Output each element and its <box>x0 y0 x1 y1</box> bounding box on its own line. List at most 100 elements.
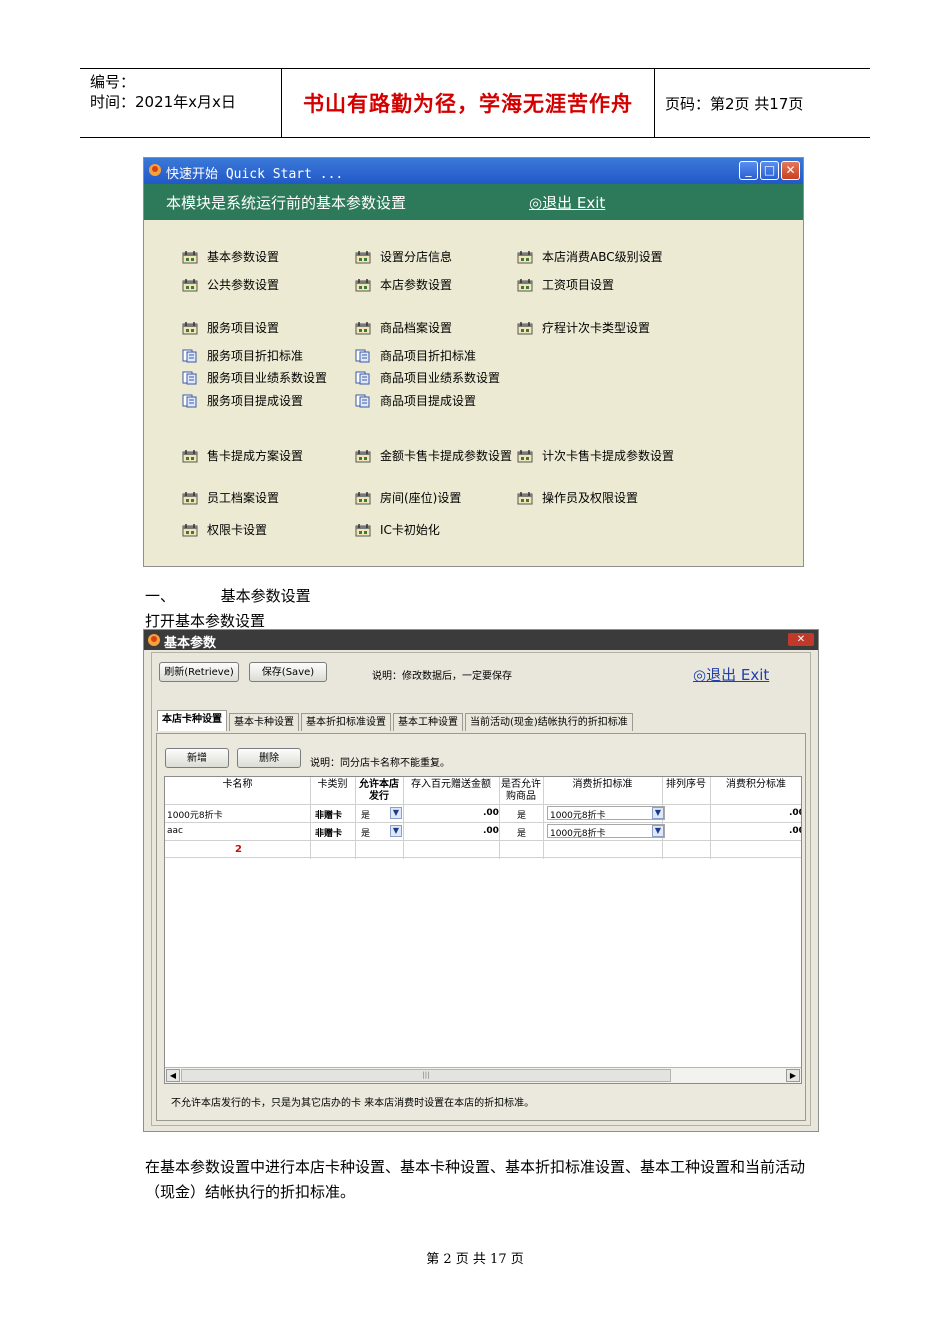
cell-allow-buy: 是 <box>517 829 527 839</box>
tab-basic-card-types[interactable]: 基本卡种设置 <box>229 713 299 731</box>
quick-start-item[interactable]: 商品档案设置 <box>355 319 452 336</box>
quick-start-item-label: 疗程计次卡类型设置 <box>542 321 651 335</box>
document-icon <box>355 349 370 362</box>
calendar-icon <box>517 491 533 504</box>
calendar-icon <box>355 491 371 504</box>
section-heading-number: 一、 <box>145 587 176 605</box>
tab-current-activity-discount[interactable]: 当前活动(现金)结帐执行的折扣标准 <box>465 713 633 731</box>
calendar-icon <box>182 449 198 462</box>
quick-start-item[interactable]: 服务项目业绩系数设置 <box>182 369 327 386</box>
header-page-cell: 页码：第2页 共17页 <box>655 69 870 137</box>
cell-card-type: 非赠卡 <box>315 829 343 839</box>
calendar-icon <box>517 321 533 334</box>
quick-start-item[interactable]: 售卡提成方案设置 <box>182 447 303 464</box>
quick-start-item[interactable]: 设置分店信息 <box>355 248 452 265</box>
quick-start-item-label: 服务项目业绩系数设置 <box>207 371 328 385</box>
row-count: 2 <box>235 844 242 855</box>
column-header-bonus: 存入百元赠送金额 <box>411 779 491 790</box>
tab-basic-discount[interactable]: 基本折扣标准设置 <box>301 713 391 731</box>
quick-start-item-label: 金额卡售卡提成参数设置 <box>380 449 513 463</box>
header-motto-cell: 书山有路勤为径，学海无涯苦作舟 <box>282 69 655 137</box>
tab-panel: 新增 删除 说明：同分店卡名称不能重复。 卡名称 卡类别 允许本店发行 存入百元… <box>156 733 806 1121</box>
quick-start-item-label: 服务项目提成设置 <box>207 394 304 408</box>
basic-params-title-bar[interactable]: 基本参数 ✕ <box>144 630 818 651</box>
cell-points: .00 <box>789 808 801 818</box>
exit-link[interactable]: ◎退出 Exit <box>693 664 769 685</box>
document-icon <box>355 394 370 407</box>
tab-basic-job-types[interactable]: 基本工种设置 <box>393 713 463 731</box>
card-types-grid: 卡名称 卡类别 允许本店发行 存入百元赠送金额 是否允许购商品 消费折扣标准 排… <box>164 776 802 1084</box>
maximize-icon[interactable]: □ <box>760 161 779 180</box>
quick-start-item-label: 工资项目设置 <box>542 278 615 292</box>
app-logo-icon <box>148 634 160 646</box>
horizontal-scrollbar[interactable]: ◀ ||| ▶ <box>165 1067 801 1083</box>
delete-button[interactable]: 删除 <box>237 748 301 768</box>
minimize-icon[interactable]: _ <box>739 161 758 180</box>
quick-start-item-label: 计次卡售卡提成参数设置 <box>542 449 675 463</box>
quick-start-item[interactable]: 房间(座位)设置 <box>355 489 461 506</box>
quick-start-item[interactable]: 金额卡售卡提成参数设置 <box>355 447 512 464</box>
document-header: 编号： 时间：2021年x月x日 书山有路勤为径，学海无涯苦作舟 页码：第2页 … <box>80 68 870 138</box>
calendar-icon <box>517 250 533 263</box>
cell-card-type: 非赠卡 <box>315 811 343 821</box>
quick-start-item-label: 操作员及权限设置 <box>542 491 639 505</box>
calendar-icon <box>517 449 533 462</box>
section-heading-text: 基本参数设置 <box>220 587 311 605</box>
cell-points: .00 <box>789 826 801 836</box>
quick-start-item-label: 商品项目业绩系数设置 <box>380 371 501 385</box>
quick-start-item-label: 员工档案设置 <box>207 491 280 505</box>
quick-start-item[interactable]: 操作员及权限设置 <box>517 489 638 506</box>
quick-start-item[interactable]: 计次卡售卡提成参数设置 <box>517 447 674 464</box>
quick-start-item-label: 服务项目设置 <box>207 321 280 335</box>
document-icon <box>182 349 197 362</box>
quick-start-item[interactable]: 公共参数设置 <box>182 276 279 293</box>
quick-start-item[interactable]: 本店消费ABC级别设置 <box>517 248 663 265</box>
quick-start-item[interactable]: 商品项目折扣标准 <box>355 347 476 364</box>
allow-dropdown-icon[interactable]: ▼ <box>390 825 402 837</box>
calendar-icon <box>182 321 198 334</box>
scroll-thumb[interactable]: ||| <box>181 1069 671 1082</box>
header-date: 时间：2021年x月x日 <box>90 93 236 111</box>
quick-start-item[interactable]: 服务项目提成设置 <box>182 392 303 409</box>
quick-start-item-label: IC卡初始化 <box>380 523 440 537</box>
quick-start-item[interactable]: 商品项目提成设置 <box>355 392 476 409</box>
quick-start-item-label: 本店参数设置 <box>380 278 453 292</box>
quick-start-item[interactable]: 本店参数设置 <box>355 276 452 293</box>
calendar-icon <box>355 449 371 462</box>
discount-dropdown-icon[interactable]: ▼ <box>652 825 664 837</box>
quick-start-item[interactable]: 商品项目业绩系数设置 <box>355 369 500 386</box>
quick-start-item[interactable]: IC卡初始化 <box>355 521 440 538</box>
calendar-icon <box>182 523 198 536</box>
save-button[interactable]: 保存(Save) <box>249 662 327 682</box>
quick-start-exit-link[interactable]: ◎退出 Exit <box>529 192 605 213</box>
quick-start-item[interactable]: 基本参数设置 <box>182 248 279 265</box>
calendar-icon <box>517 278 533 291</box>
add-button[interactable]: 新增 <box>165 748 229 768</box>
tab-store-card-types[interactable]: 本店卡种设置 <box>157 710 227 731</box>
quick-start-item-label: 公共参数设置 <box>207 278 280 292</box>
quick-start-item-label: 商品项目提成设置 <box>380 394 477 408</box>
allow-dropdown-icon[interactable]: ▼ <box>390 807 402 819</box>
close-icon[interactable]: ✕ <box>788 633 814 646</box>
cell-allow-issue: 是 <box>361 811 371 821</box>
quick-start-item[interactable]: 权限卡设置 <box>182 521 267 538</box>
scroll-left-icon[interactable]: ◀ <box>166 1069 180 1082</box>
quick-start-item[interactable]: 服务项目折扣标准 <box>182 347 303 364</box>
refresh-button[interactable]: 刷新(Retrieve) <box>159 662 239 682</box>
close-icon[interactable]: ✕ <box>781 161 800 180</box>
discount-dropdown-icon[interactable]: ▼ <box>652 807 664 819</box>
cell-bonus-amount: .00 <box>483 808 499 818</box>
quick-start-item[interactable]: 服务项目设置 <box>182 319 279 336</box>
header-motto: 书山有路勤为径，学海无涯苦作舟 <box>303 91 633 116</box>
page-footer: 第 2 页 共 17 页 <box>426 1252 524 1267</box>
quick-start-item[interactable]: 员工档案设置 <box>182 489 279 506</box>
quick-start-band: 本模块是系统运行前的基本参数设置 ◎退出 Exit <box>144 184 803 220</box>
quick-start-title-bar[interactable]: 快速开始 Quick Start ... _ □ ✕ <box>144 158 803 184</box>
quick-start-item-label: 房间(座位)设置 <box>380 491 462 505</box>
scroll-right-icon[interactable]: ▶ <box>786 1069 800 1082</box>
quick-start-item-label: 商品项目折扣标准 <box>380 349 477 363</box>
quick-start-item[interactable]: 工资项目设置 <box>517 276 614 293</box>
header-meta: 编号： 时间：2021年x月x日 <box>80 69 282 137</box>
quick-start-item[interactable]: 疗程计次卡类型设置 <box>517 319 650 336</box>
unique-name-note: 说明：同分店卡名称不能重复。 <box>310 758 450 769</box>
